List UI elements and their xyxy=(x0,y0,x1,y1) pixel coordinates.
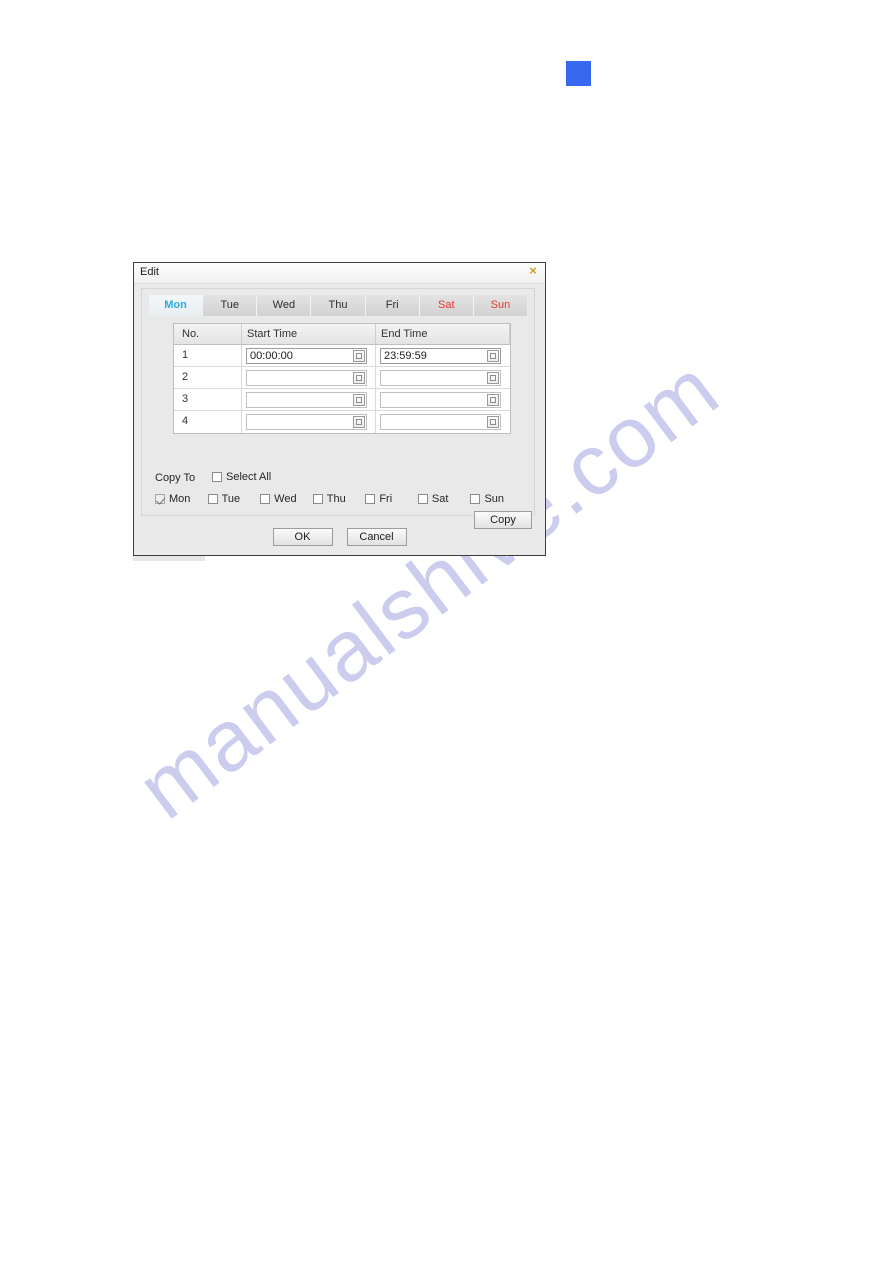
copy-button[interactable]: Copy xyxy=(474,511,532,529)
start-time-cell xyxy=(242,411,376,433)
copy-checkbox-sat-box[interactable] xyxy=(417,494,428,504)
end-time-input-2[interactable] xyxy=(380,370,501,386)
page-watermark: manualshive.com xyxy=(0,0,893,1263)
tab-wed-label: Wed xyxy=(272,299,296,311)
row-number: 2 xyxy=(174,367,242,388)
cancel-button[interactable]: Cancel xyxy=(346,528,407,546)
copy-checkbox-tue[interactable]: Tue xyxy=(207,493,261,505)
copy-checkbox-thu-label: Thu xyxy=(326,493,346,505)
end-time-cell xyxy=(376,367,510,388)
end-time-cell xyxy=(376,389,510,410)
start-time-input-4[interactable] xyxy=(246,414,367,430)
close-icon[interactable]: × xyxy=(526,264,540,278)
copy-checkbox-sat[interactable]: Sat xyxy=(417,493,471,505)
select-all-label: Select All xyxy=(226,471,272,483)
time-picker-icon[interactable] xyxy=(353,394,365,406)
copy-checkbox-sat-label: Sat xyxy=(431,493,449,505)
column-header-start-time: Start Time xyxy=(242,324,376,344)
copy-checkbox-thu[interactable]: Thu xyxy=(312,493,366,505)
table-row: 4 xyxy=(174,411,510,433)
copy-checkbox-sun-box[interactable] xyxy=(470,494,481,504)
time-picker-icon[interactable] xyxy=(487,350,499,362)
start-time-input-2[interactable] xyxy=(246,370,367,386)
tab-sat[interactable]: Sat xyxy=(419,295,474,316)
tab-tue[interactable]: Tue xyxy=(203,295,258,316)
copy-checkbox-wed-box[interactable] xyxy=(260,494,271,504)
table-row: 2 xyxy=(174,367,510,389)
copy-checkbox-tue-label: Tue xyxy=(221,493,241,505)
end-time-input-3[interactable] xyxy=(380,392,501,408)
tab-wed[interactable]: Wed xyxy=(257,295,312,316)
dialog-content-panel: Mon Tue Wed Thu Fri Sat Sun No. Start Ti… xyxy=(141,288,535,529)
schedule-table: No. Start Time End Time 1 00:00:00 23:59… xyxy=(173,323,511,434)
dialog-title: Edit xyxy=(140,266,159,278)
blue-square-marker xyxy=(566,61,591,86)
tab-sun[interactable]: Sun xyxy=(473,295,527,316)
copy-checkbox-thu-box[interactable] xyxy=(312,494,323,504)
dialog-bottom-clip-strip xyxy=(133,556,205,561)
row-number: 1 xyxy=(174,345,242,366)
copy-checkbox-wed-label: Wed xyxy=(274,493,297,505)
column-header-no: No. xyxy=(174,324,242,344)
tab-mon[interactable]: Mon xyxy=(149,295,204,316)
end-time-input-1[interactable]: 23:59:59 xyxy=(380,348,501,364)
time-picker-icon[interactable] xyxy=(353,372,365,384)
copy-checkbox-fri-label: Fri xyxy=(379,493,393,505)
table-header-row: No. Start Time End Time xyxy=(174,324,510,345)
tab-fri-label: Fri xyxy=(385,299,399,311)
row-number: 3 xyxy=(174,389,242,410)
copy-checkbox-sun-label: Sun xyxy=(484,493,505,505)
dialog-titlebar: Edit × xyxy=(134,263,545,284)
copy-checkbox-mon-box[interactable] xyxy=(155,494,165,504)
tab-sat-label: Sat xyxy=(438,299,455,311)
tab-thu-label: Thu xyxy=(328,299,348,311)
start-time-input-3[interactable] xyxy=(246,392,367,408)
start-time-cell xyxy=(242,389,376,410)
end-time-cell: 23:59:59 xyxy=(376,345,510,366)
row-number: 4 xyxy=(174,411,242,433)
select-all-checkbox[interactable]: Select All xyxy=(212,471,271,483)
start-time-cell xyxy=(242,367,376,388)
start-time-cell: 00:00:00 xyxy=(242,345,376,366)
start-time-input-1[interactable]: 00:00:00 xyxy=(246,348,367,364)
end-time-cell xyxy=(376,411,510,433)
time-picker-icon[interactable] xyxy=(353,350,365,362)
tab-thu[interactable]: Thu xyxy=(311,295,366,316)
table-row: 3 xyxy=(174,389,510,411)
copy-checkbox-tue-box[interactable] xyxy=(207,494,218,504)
column-header-end-time: End Time xyxy=(376,324,510,344)
table-row: 1 00:00:00 23:59:59 xyxy=(174,345,510,367)
end-time-input-4[interactable] xyxy=(380,414,501,430)
edit-dialog: Edit × Mon Tue Wed Thu Fri Sat Sun No. S… xyxy=(133,262,546,556)
copy-checkbox-sun[interactable]: Sun xyxy=(470,493,523,505)
dialog-footer: OK Cancel xyxy=(134,528,545,556)
select-all-box[interactable] xyxy=(212,472,222,482)
time-picker-icon[interactable] xyxy=(487,394,499,406)
copy-to-label: Copy To xyxy=(155,472,196,484)
end-time-value-1: 23:59:59 xyxy=(384,350,427,362)
tab-mon-label: Mon xyxy=(164,299,187,311)
copy-checkbox-mon[interactable]: Mon xyxy=(155,493,208,505)
time-picker-icon[interactable] xyxy=(487,416,499,428)
start-time-value-1: 00:00:00 xyxy=(250,350,293,362)
copy-checkbox-fri-box[interactable] xyxy=(365,494,376,504)
tab-tue-label: Tue xyxy=(220,299,239,311)
copy-checkbox-mon-label: Mon xyxy=(169,493,191,505)
copy-to-day-list: Mon Tue Wed Thu Fri Sat Sun xyxy=(155,493,523,505)
tab-fri[interactable]: Fri xyxy=(365,295,420,316)
ok-button[interactable]: OK xyxy=(272,528,333,546)
weekday-tabbar: Mon Tue Wed Thu Fri Sat Sun xyxy=(149,295,527,316)
time-picker-icon[interactable] xyxy=(487,372,499,384)
copy-checkbox-fri[interactable]: Fri xyxy=(365,493,418,505)
copy-checkbox-wed[interactable]: Wed xyxy=(260,493,313,505)
tab-sun-label: Sun xyxy=(490,299,511,311)
time-picker-icon[interactable] xyxy=(353,416,365,428)
